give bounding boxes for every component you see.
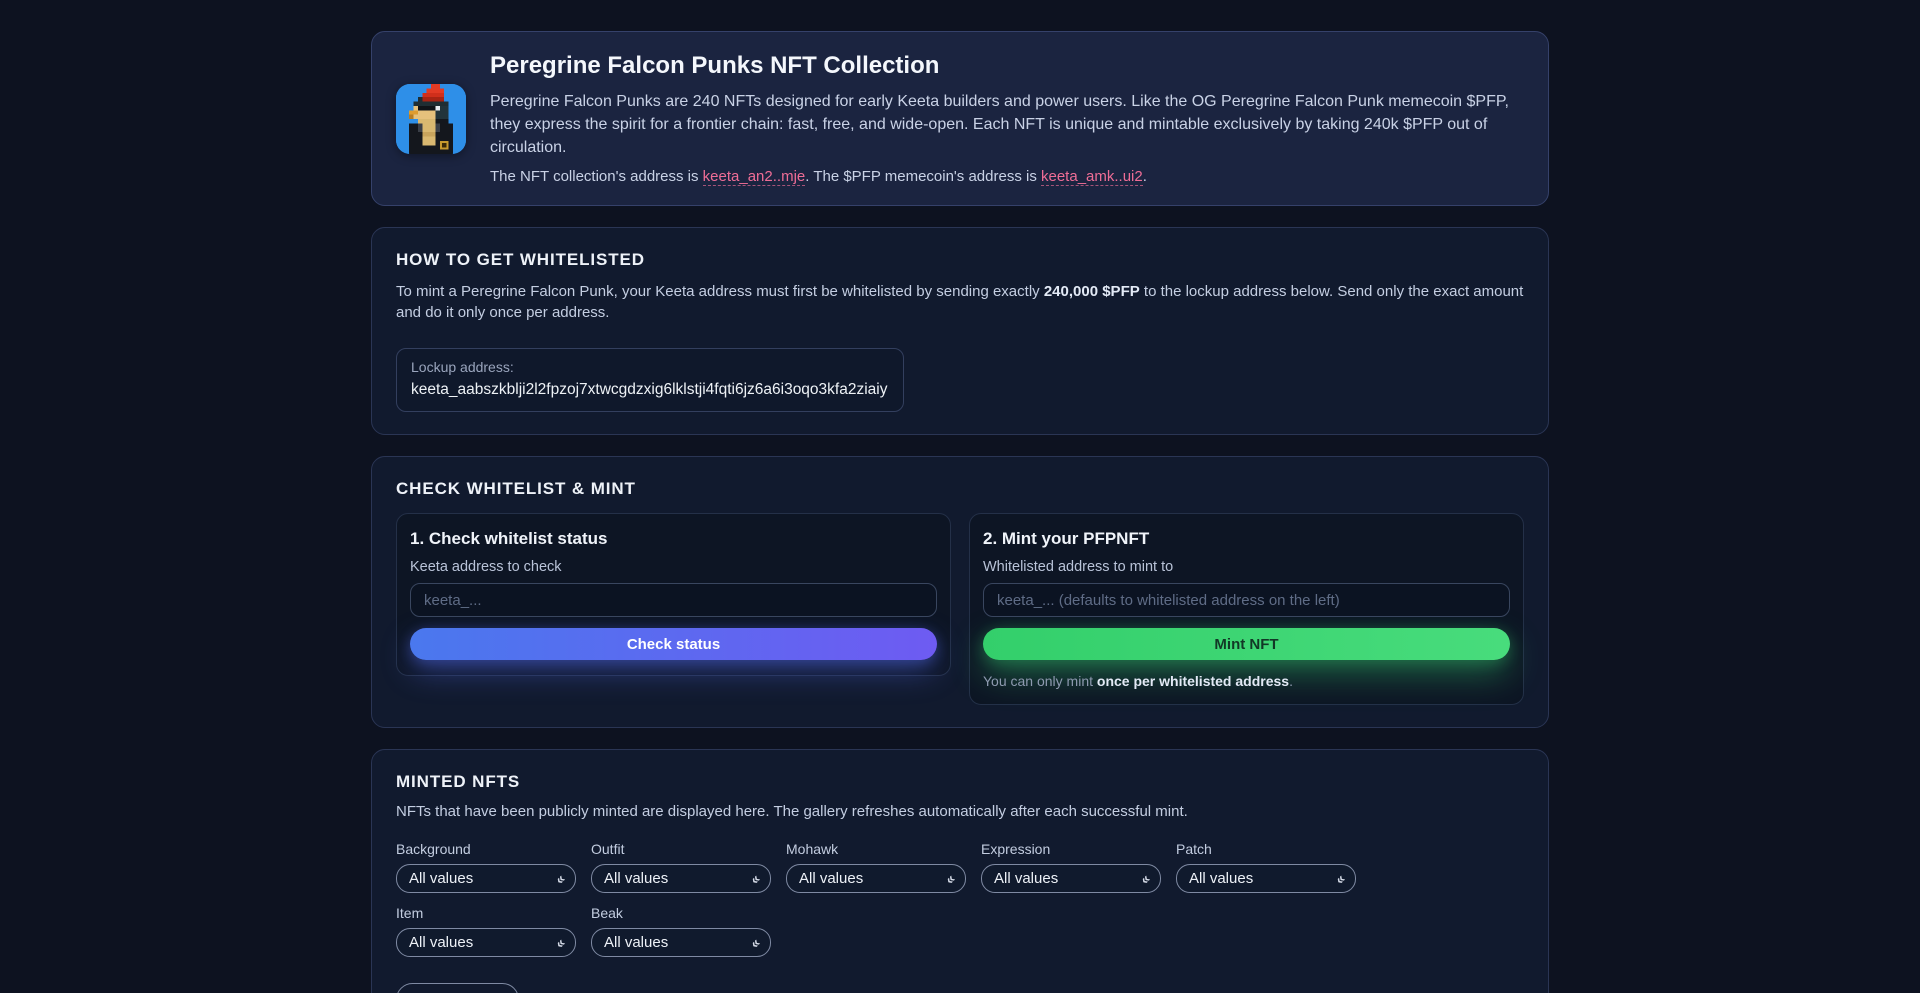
filter-outfit-dropdown[interactable]: All values « <box>591 864 771 893</box>
filter-outfit: Outfit All values « <box>591 841 771 893</box>
minted-nfts-card: MINTED NFTS NFTs that have been publicly… <box>371 749 1549 993</box>
filter-background: Background All values « <box>396 841 576 893</box>
mint-note: You can only mint once per whitelisted a… <box>983 673 1510 689</box>
filter-item-dropdown[interactable]: All values « <box>396 928 576 957</box>
whitelist-info-card: HOW TO GET WHITELISTED To mint a Peregri… <box>371 227 1549 435</box>
lockup-address-box: Lockup address: keeta_aabszkblji2l2fpzoj… <box>396 348 904 412</box>
dropdown-arrow-icon: « <box>747 935 762 950</box>
check-mint-panels: 1. Check whitelist status Keeta address … <box>396 513 1524 705</box>
collection-addresses: The NFT collection's address is keeta_an… <box>490 168 1524 185</box>
collection-header-text: Peregrine Falcon Punks NFT Collection Pe… <box>490 52 1524 185</box>
check-panel-title: 1. Check whitelist status <box>410 529 937 549</box>
filter-mohawk-dropdown[interactable]: All values « <box>786 864 966 893</box>
mint-address-label: Whitelisted address to mint to <box>983 559 1510 575</box>
whitelist-heading: HOW TO GET WHITELISTED <box>396 250 1524 270</box>
filter-expression: Expression All values « <box>981 841 1161 893</box>
mint-panel: 2. Mint your PFPNFT Whitelisted address … <box>969 513 1524 705</box>
page-content: Peregrine Falcon Punks NFT Collection Pe… <box>371 0 1549 993</box>
clear-filters-button[interactable]: Clear filters <box>396 983 519 993</box>
filter-beak-dropdown[interactable]: All values « <box>591 928 771 957</box>
dropdown-arrow-icon: « <box>942 871 957 886</box>
filter-patch: Patch All values « <box>1176 841 1356 893</box>
collection-description: Peregrine Falcon Punks are 240 NFTs desi… <box>490 90 1524 159</box>
page-title: Peregrine Falcon Punks NFT Collection <box>490 52 1524 80</box>
check-mint-heading: CHECK WHITELIST & MINT <box>396 479 1524 499</box>
check-status-button[interactable]: Check status <box>410 628 937 660</box>
filter-row-1: Background All values « Outfit All value… <box>396 841 1524 893</box>
collection-avatar <box>396 84 466 154</box>
dropdown-arrow-icon: « <box>552 871 567 886</box>
filter-beak: Beak All values « <box>591 905 771 957</box>
dropdown-arrow-icon: « <box>747 871 762 886</box>
mint-panel-title: 2. Mint your PFPNFT <box>983 529 1510 549</box>
lockup-address-label: Lockup address: <box>411 359 887 375</box>
falcon-pixel-art-icon <box>396 84 466 154</box>
collection-header-card: Peregrine Falcon Punks NFT Collection Pe… <box>371 31 1549 206</box>
dropdown-arrow-icon: « <box>552 935 567 950</box>
filter-item: Item All values « <box>396 905 576 957</box>
dropdown-arrow-icon: « <box>1137 871 1152 886</box>
filter-mohawk: Mohawk All values « <box>786 841 966 893</box>
check-whitelist-panel: 1. Check whitelist status Keeta address … <box>396 513 951 676</box>
gallery-description: NFTs that have been publicly minted are … <box>396 803 1524 820</box>
lockup-address-value: keeta_aabszkblji2l2fpzoj7xtwcgdzxig6lkls… <box>411 381 887 399</box>
whitelist-instructions: To mint a Peregrine Falcon Punk, your Ke… <box>396 281 1524 323</box>
filter-row-2: Item All values « Beak All values « <box>396 905 1524 957</box>
filter-expression-dropdown[interactable]: All values « <box>981 864 1161 893</box>
check-address-label: Keeta address to check <box>410 559 937 575</box>
pfp-memecoin-address-link[interactable]: keeta_amk..ui2 <box>1041 168 1143 186</box>
mint-nft-button[interactable]: Mint NFT <box>983 628 1510 660</box>
mint-address-input[interactable] <box>983 583 1510 617</box>
dropdown-arrow-icon: « <box>1332 871 1347 886</box>
check-address-input[interactable] <box>410 583 937 617</box>
check-and-mint-card: CHECK WHITELIST & MINT 1. Check whitelis… <box>371 456 1549 728</box>
filter-background-dropdown[interactable]: All values « <box>396 864 576 893</box>
nft-collection-address-link[interactable]: keeta_an2..mje <box>703 168 806 186</box>
whitelist-amount: 240,000 $PFP <box>1044 283 1140 300</box>
minted-nfts-heading: MINTED NFTS <box>396 772 1524 792</box>
filter-patch-dropdown[interactable]: All values « <box>1176 864 1356 893</box>
